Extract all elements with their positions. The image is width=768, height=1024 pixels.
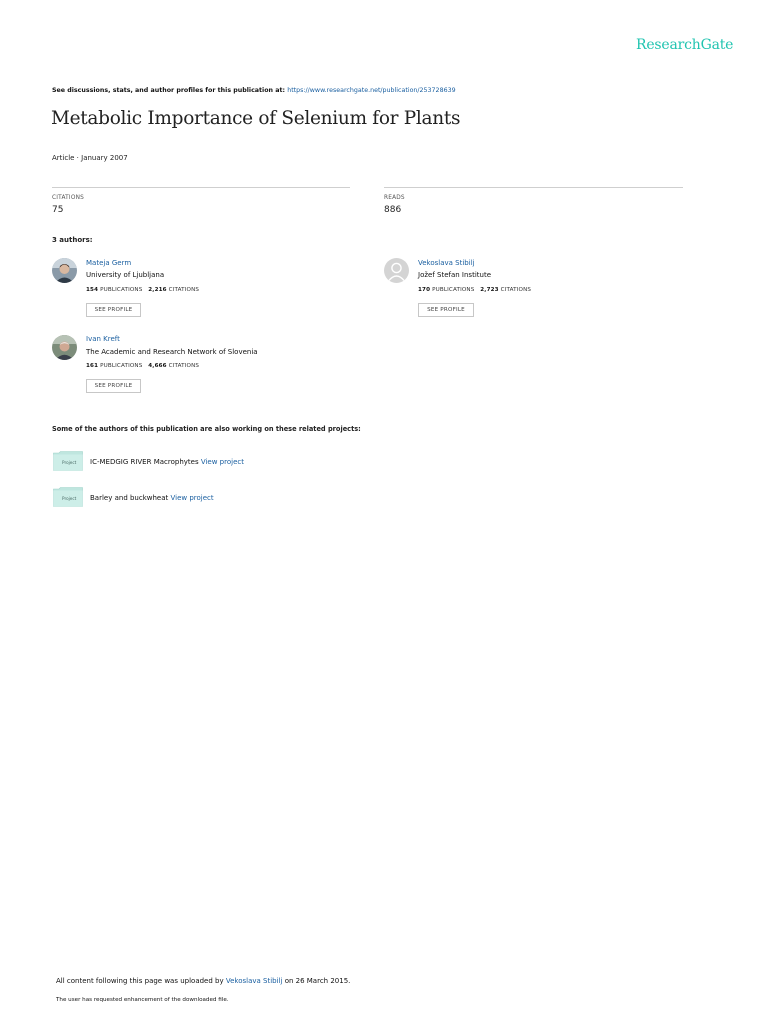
citations-label: CITATIONS (168, 287, 200, 293)
citations-count: 4,666 (148, 363, 167, 369)
publications-label: PUBLICATIONS (100, 287, 143, 293)
reads-value: 886 (384, 205, 402, 215)
project-icon: Project (53, 487, 83, 511)
upload-notice: All content following this page was uplo… (56, 977, 350, 985)
author-name-link[interactable]: Vekoslava Stibilj (418, 259, 475, 267)
citations-label: CITATIONS (500, 287, 532, 293)
citations-divider (52, 187, 350, 188)
project-icon-label: Project (62, 460, 77, 465)
enhancement-note: The user has requested enhancement of th… (56, 997, 229, 1003)
project-row: Barley and buckwheat View project (90, 494, 214, 502)
default-user-icon (384, 258, 409, 283)
publications-label: PUBLICATIONS (432, 287, 475, 293)
see-discussions-prefix: See discussions, stats, and author profi… (52, 87, 285, 94)
project-name: Barley and buckwheat (90, 494, 169, 502)
author-name-link[interactable]: Ivan Kreft (86, 335, 120, 343)
project-row: IC-MEDGIG RIVER Macrophytes View project (90, 458, 244, 466)
project-icon-label: Project (62, 496, 77, 501)
see-profile-button[interactable]: SEE PROFILE (86, 379, 141, 393)
related-projects-heading: Some of the authors of this publication … (52, 425, 361, 433)
publications-label: PUBLICATIONS (100, 363, 143, 369)
author-avatar-placeholder[interactable] (384, 258, 409, 283)
citations-label: CITATIONS (52, 195, 84, 201)
uploader-link[interactable]: Vekoslava Stibilj (226, 977, 283, 985)
author-stats: 161 PUBLICATIONS 4,666 CITATIONS (86, 363, 199, 369)
view-project-link[interactable]: View project (171, 494, 214, 502)
author-stats: 154 PUBLICATIONS 2,216 CITATIONS (86, 287, 199, 293)
publications-count: 170 (418, 287, 431, 293)
person-photo-icon (52, 258, 77, 283)
researchgate-logo[interactable]: ResearchGate (636, 37, 733, 53)
author-institution: The Academic and Research Network of Slo… (86, 348, 258, 356)
see-profile-button[interactable]: SEE PROFILE (86, 303, 141, 317)
citations-count: 2,723 (480, 287, 499, 293)
citations-label: CITATIONS (168, 363, 200, 369)
upload-notice-suffix: on 26 March 2015. (284, 977, 351, 985)
person-photo-icon (52, 335, 77, 360)
author-name-link[interactable]: Mateja Germ (86, 259, 131, 267)
reads-label: READS (384, 195, 405, 201)
publication-url-link[interactable]: https://www.researchgate.net/publication… (287, 87, 455, 94)
upload-notice-prefix: All content following this page was uplo… (56, 977, 224, 985)
citations-value: 75 (52, 205, 64, 215)
reads-divider (384, 187, 683, 188)
project-name: IC-MEDGIG RIVER Macrophytes (90, 458, 199, 466)
author-avatar-photo[interactable] (52, 335, 77, 360)
publication-title: Metabolic Importance of Selenium for Pla… (51, 108, 461, 129)
view-project-link[interactable]: View project (201, 458, 244, 466)
project-icon: Project (53, 451, 83, 475)
author-stats: 170 PUBLICATIONS 2,723 CITATIONS (418, 287, 531, 293)
author-avatar-photo[interactable] (52, 258, 77, 283)
publications-count: 154 (86, 287, 99, 293)
citations-count: 2,216 (148, 287, 167, 293)
article-meta: Article · January 2007 (52, 154, 128, 162)
see-profile-button[interactable]: SEE PROFILE (418, 303, 474, 317)
authors-heading: 3 authors: (52, 236, 93, 244)
see-discussions-line: See discussions, stats, and author profi… (52, 87, 456, 94)
author-institution: Jožef Stefan Institute (418, 271, 491, 279)
publications-count: 161 (86, 363, 99, 369)
author-institution: University of Ljubljana (86, 271, 165, 279)
